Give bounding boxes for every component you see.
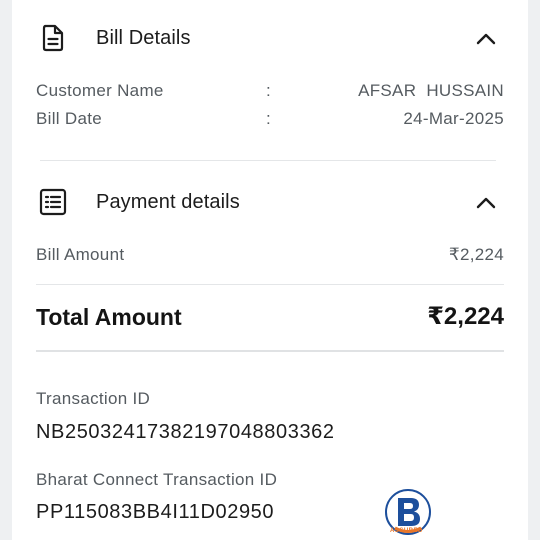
customer-name-label: Customer Name [36,81,164,100]
bill-details-title: Bill Details [96,26,191,49]
list-icon [39,188,67,216]
customer-name-value: AFSAR HUSSAIN [358,81,504,100]
document-icon [42,24,64,52]
divider [36,350,504,352]
logo-badge-text: ASSURED [390,528,423,534]
divider [36,284,504,285]
bill-details-header[interactable]: Bill Details [12,16,528,60]
total-amount-value: ₹2,224 [427,303,504,330]
bill-amount-label: Bill Amount [36,245,125,264]
separator: : [266,109,272,128]
bill-date-label: Bill Date [36,109,103,128]
payment-details-title: Payment details [96,190,240,213]
bill-amount-value: ₹2,224 [448,245,504,264]
chevron-up-icon[interactable] [474,192,498,212]
receipt-card: Bill Details Customer Name : AFSAR HUSSA… [12,0,528,540]
customer-name-row: Customer Name : AFSAR HUSSAIN [36,79,504,103]
transaction-id-value: NB25032417382197048803362 [36,421,335,443]
transaction-id-label: Transaction ID [36,389,151,408]
chevron-up-icon[interactable] [474,28,498,48]
bill-date-value: 24-Mar-2025 [403,109,504,128]
bill-date-row: Bill Date : 24-Mar-2025 [36,107,504,131]
bill-amount-row: Bill Amount ₹2,224 [36,243,504,267]
payment-details-header[interactable]: Payment details [12,180,528,224]
bharat-connect-id-label: Bharat Connect Transaction ID [36,470,278,489]
total-amount-row: Total Amount ₹2,224 [36,301,504,333]
separator: : [266,81,272,100]
bharat-connect-id-value: PP115083BB4I11D02950 [36,501,275,523]
divider [40,160,496,161]
total-amount-label: Total Amount [36,304,182,330]
